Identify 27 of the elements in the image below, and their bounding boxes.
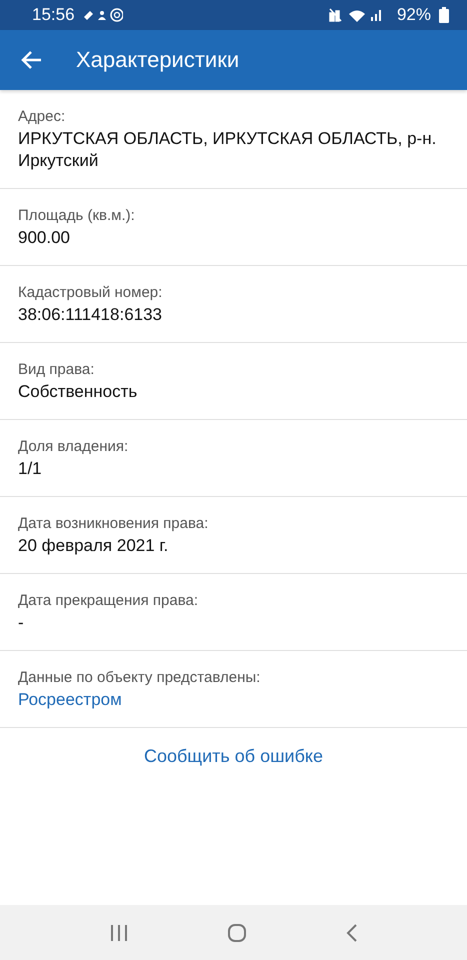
- field-value: 20 февраля 2021 г.: [18, 535, 170, 557]
- battery-percent: 92%: [396, 5, 431, 25]
- arrow-left-icon: [20, 50, 42, 70]
- field-label: Площадь (кв.м.):: [18, 207, 136, 224]
- report-error-link[interactable]: Сообщить об ошибке: [144, 746, 324, 767]
- field-label: Дата прекращения права:: [18, 592, 200, 609]
- field-value: 900.00: [18, 227, 71, 249]
- rounded-square-icon: [226, 922, 246, 942]
- field-label: Вид права:: [18, 361, 96, 378]
- field-value: 38:06:111418:6133: [18, 304, 164, 326]
- status-time: 15:56: [32, 5, 75, 25]
- field-value: 1/1: [18, 458, 43, 480]
- field-value: Собственность: [18, 381, 138, 403]
- three-bars-icon: [110, 924, 128, 942]
- field-label: Доля владения:: [18, 438, 130, 455]
- field-label: Данные по объекту представлены:: [18, 669, 262, 686]
- screen-title: Характеристики: [76, 47, 240, 73]
- source-link[interactable]: Росреестром: [18, 689, 449, 711]
- chevron-left-icon: [346, 922, 358, 942]
- field-label: Кадастровый номер:: [18, 284, 164, 301]
- field-value: -: [18, 612, 25, 634]
- field-label: Адрес:: [18, 108, 66, 125]
- field-label: Дата возникновения права:: [18, 515, 210, 532]
- back-button[interactable]: [20, 50, 42, 70]
- battery-icon: [439, 7, 449, 23]
- field-value: ИРКУТСКАЯ ОБЛАСТЬ, ИРКУТСКАЯ ОБЛАСТЬ, р-н. Иркутский: [18, 128, 438, 172]
- notification-icon: [82, 8, 123, 22]
